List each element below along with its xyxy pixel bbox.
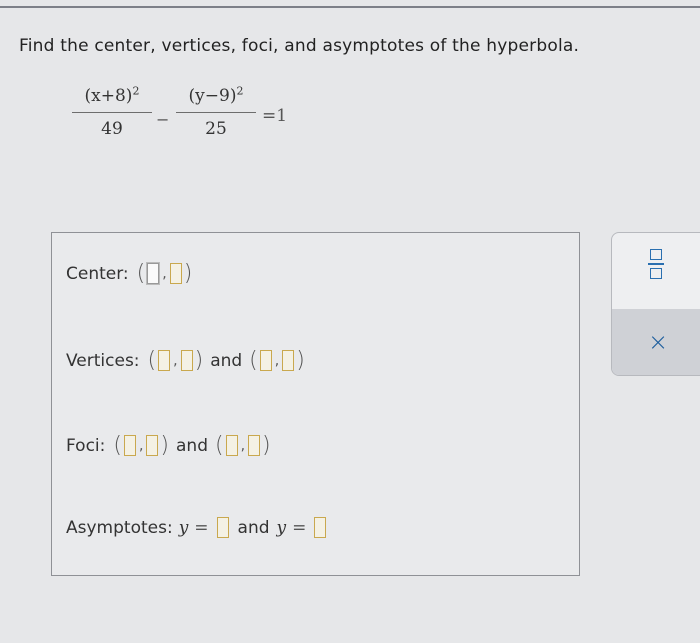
fraction-icon[interactable]: [644, 249, 668, 289]
y-variable: y: [178, 517, 189, 538]
y-variable: y: [276, 517, 287, 538]
vertex1-y-input[interactable]: [180, 350, 193, 371]
equals-sign: =: [194, 517, 209, 538]
vertices-row: Vertices: ( , ) and ( , ): [66, 348, 305, 373]
center-y-input[interactable]: [169, 263, 182, 284]
asymptote2-input[interactable]: [314, 517, 327, 538]
foci-row: Foci: ( , ) and ( , ): [66, 433, 271, 458]
comma: ,: [173, 352, 178, 369]
focus1-x-input[interactable]: [123, 435, 136, 456]
term2-exponent: 2: [236, 84, 244, 98]
term2-numerator: (y−9): [188, 86, 237, 106]
equals-one: =1: [262, 106, 288, 126]
open-paren: (: [249, 348, 258, 373]
open-paren: (: [215, 433, 224, 458]
close-paren: ): [262, 433, 271, 458]
open-paren: (: [136, 261, 146, 286]
center-row: Center: ( , ): [66, 261, 192, 286]
fraction-term-1: (x+8)2 49: [72, 84, 152, 141]
asymptotes-row: Asymptotes: y = and y =: [66, 517, 328, 538]
comma: ,: [138, 437, 144, 454]
vertex2-x-input[interactable]: [259, 350, 272, 371]
minus-sign: −: [156, 110, 170, 129]
focus2-x-input[interactable]: [225, 435, 238, 456]
top-divider: [0, 6, 700, 8]
close-paren: ): [183, 261, 193, 286]
close-paren: ): [160, 433, 170, 458]
comma: ,: [274, 352, 280, 369]
term2-denominator: 25: [205, 119, 227, 139]
vertices-label: Vertices:: [66, 350, 140, 371]
math-tool-panel: ×: [611, 232, 700, 376]
open-paren: (: [147, 348, 157, 373]
open-paren: (: [113, 433, 122, 458]
close-paren: ): [296, 348, 305, 373]
center-label: Center:: [66, 263, 129, 284]
asymptote1-input[interactable]: [216, 517, 229, 538]
and-text: and: [237, 517, 270, 538]
vertex1-x-input[interactable]: [158, 350, 171, 371]
focus1-y-input[interactable]: [146, 435, 159, 456]
fraction-term-2: (y−9)2 25: [176, 84, 256, 141]
asymptotes-label: Asymptotes:: [66, 517, 173, 538]
comma: ,: [162, 265, 167, 282]
term1-denominator: 49: [101, 119, 123, 139]
clear-button[interactable]: ×: [612, 309, 700, 375]
answer-box: Center: ( , ) Vertices: ( , ) and ( , ) …: [51, 232, 580, 576]
center-x-input[interactable]: [147, 263, 160, 284]
question-text: Find the center, vertices, foci, and asy…: [19, 36, 580, 56]
foci-label: Foci:: [66, 435, 106, 456]
close-paren: ): [194, 348, 204, 373]
and-text: and: [210, 350, 243, 371]
close-icon: ×: [648, 328, 669, 356]
term1-exponent: 2: [132, 84, 140, 98]
vertex2-y-input[interactable]: [282, 350, 295, 371]
and-text: and: [176, 435, 208, 456]
equals-sign: =: [292, 517, 307, 538]
comma: ,: [240, 437, 246, 454]
focus2-y-input[interactable]: [248, 435, 261, 456]
term1-numerator: (x+8): [84, 86, 133, 106]
